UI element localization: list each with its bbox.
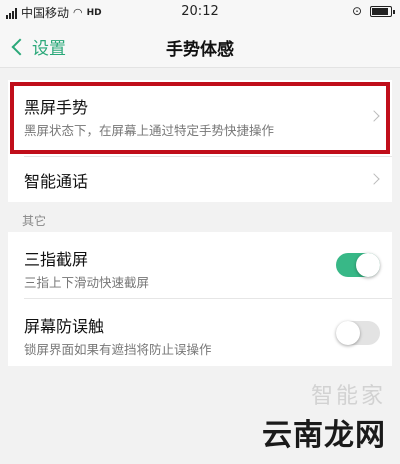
row-title: 屏幕防误触 <box>24 317 105 336</box>
row-anti-mistouch[interactable]: 屏幕防误触 锁屏界面如果有遮挡将防止误操作 <box>8 299 392 366</box>
row-subtitle: 三指上下滑动快速截屏 <box>24 275 150 290</box>
section-label: 其它 <box>22 214 47 228</box>
alarm-icon: ⊙ <box>351 4 362 18</box>
row-title: 三指截屏 <box>24 250 89 269</box>
battery-icon <box>370 5 395 17</box>
chevron-right-icon <box>368 173 380 185</box>
row-smart-call[interactable]: 智能通话 <box>8 157 392 202</box>
highlight-box <box>10 82 390 154</box>
status-right: ⊙ <box>351 4 395 18</box>
battery-fill <box>372 7 388 15</box>
toggle-knob <box>356 253 380 277</box>
status-time: 20:12 <box>181 4 219 19</box>
status-bar: 中国移动 ◠ HD 20:12 ⊙ <box>0 0 400 24</box>
three-finger-toggle[interactable] <box>336 253 380 277</box>
nav-bar: 设置 手势体感 <box>0 24 400 68</box>
row-three-finger-screenshot[interactable]: 三指截屏 三指上下滑动快速截屏 <box>8 232 392 298</box>
row-title: 智能通话 <box>24 172 89 191</box>
watermark: 智能家 云南龙网 <box>262 378 386 454</box>
row-subtitle: 锁屏界面如果有遮挡将防止误操作 <box>24 342 212 357</box>
anti-mistouch-toggle[interactable] <box>336 321 380 345</box>
watermark-bottom: 云南龙网 <box>262 418 386 453</box>
toggle-knob <box>336 321 360 345</box>
watermark-top: 智能家 <box>310 384 386 409</box>
other-card: 三指截屏 三指上下滑动快速截屏 屏幕防误触 锁屏界面如果有遮挡将防止误操作 <box>8 232 392 366</box>
page-title: 手势体感 <box>166 40 234 60</box>
